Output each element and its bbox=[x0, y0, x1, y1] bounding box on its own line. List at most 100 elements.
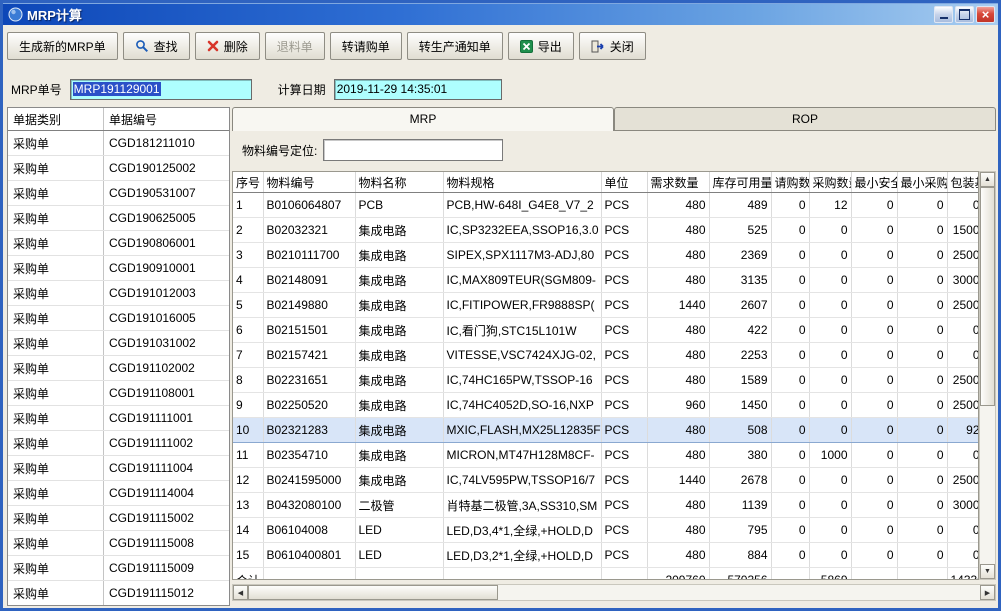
grid-row[interactable]: 5B02149880集成电路IC,FITIPOWER,FR9888SP(PCS1… bbox=[233, 293, 979, 318]
toolbar-button-to-purchase-request[interactable]: 转请购单 bbox=[330, 32, 402, 60]
total-qty-cell: 5869 bbox=[809, 568, 851, 581]
grid-header-cell[interactable]: 序号 bbox=[233, 172, 263, 193]
material-spec-cell: 肖特基二极管,3A,SS310,SM bbox=[443, 493, 601, 518]
scroll-right-icon[interactable]: ▶ bbox=[980, 585, 995, 600]
grid-row[interactable]: 14B06104008LEDLED,D3,4*1,全绿,+HOLD,DPCS48… bbox=[233, 518, 979, 543]
document-row[interactable]: 采购单CGD190125002 bbox=[8, 156, 229, 181]
qty-cell: 0 bbox=[809, 493, 851, 518]
calc-date-input[interactable]: 2019-11-29 14:35:01 bbox=[334, 79, 502, 100]
grid-header-cell[interactable]: 包装基数 bbox=[947, 172, 979, 193]
grid-header-cell[interactable]: 物料规格 bbox=[443, 172, 601, 193]
scroll-up-icon[interactable]: ▲ bbox=[980, 172, 995, 187]
toolbar-button-new-mrp[interactable]: 生成新的MRP单 bbox=[7, 32, 118, 60]
window-title: MRP计算 bbox=[27, 5, 934, 24]
grid-header-cell[interactable]: 采购数量 bbox=[809, 172, 851, 193]
grid-row[interactable]: 7B02157421集成电路VITESSE,VSC7424XJG-02,PCS4… bbox=[233, 343, 979, 368]
qty-cell: 480 bbox=[647, 193, 709, 218]
grid-header-cell[interactable]: 需求数量 bbox=[647, 172, 709, 193]
document-row[interactable]: 采购单CGD191115008 bbox=[8, 531, 229, 556]
document-row[interactable]: 采购单CGD190625005 bbox=[8, 206, 229, 231]
vertical-scroll-thumb[interactable] bbox=[980, 187, 995, 406]
document-row[interactable]: 采购单CGD190531007 bbox=[8, 181, 229, 206]
tab-mrp[interactable]: MRP bbox=[232, 107, 614, 131]
grid-row[interactable]: 11B02354710集成电路MICRON,MT47H128M8CF-PCS48… bbox=[233, 443, 979, 468]
document-row[interactable]: 采购单CGD181211010 bbox=[8, 131, 229, 156]
mrp-no-input[interactable]: MRP191129001 bbox=[70, 79, 252, 100]
material-code-cell: B0432080100 bbox=[263, 493, 355, 518]
close-icon: × bbox=[982, 8, 990, 21]
doc-type-cell: 采购单 bbox=[8, 531, 104, 555]
qty-cell: 0 bbox=[851, 443, 897, 468]
grid-row[interactable]: 4B02148091集成电路IC,MAX809TEUR(SGM809-PCS48… bbox=[233, 268, 979, 293]
vertical-scrollbar[interactable]: ▲ ▼ bbox=[979, 171, 996, 580]
doc-no-cell: CGD181211010 bbox=[104, 131, 229, 155]
material-name-cell: 集成电路 bbox=[355, 418, 443, 443]
grid-row[interactable]: 8B02231651集成电路IC,74HC165PW,TSSOP-16PCS48… bbox=[233, 368, 979, 393]
grid-row[interactable]: 10B02321283集成电路MXIC,FLASH,MX25L12835FPCS… bbox=[233, 418, 979, 443]
document-row[interactable]: 采购单CGD191102002 bbox=[8, 356, 229, 381]
grid-row[interactable]: 15B0610400801LEDLED,D3,2*1,全绿,+HOLD,DPCS… bbox=[233, 543, 979, 568]
qty-cell: 0 bbox=[897, 543, 947, 568]
grid-header-cell[interactable]: 最小采购量 bbox=[897, 172, 947, 193]
grid-header-cell[interactable]: 库存可用量 bbox=[709, 172, 771, 193]
material-code-cell: B0610400801 bbox=[263, 543, 355, 568]
material-name-cell: LED bbox=[355, 543, 443, 568]
grid-row[interactable]: 13B0432080100二极管肖特基二极管,3A,SS310,SMPCS480… bbox=[233, 493, 979, 518]
toolbar-button-find[interactable]: 查找 bbox=[123, 32, 190, 60]
document-row[interactable]: 采购单CGD191108001 bbox=[8, 381, 229, 406]
grid-header-cell[interactable]: 请购数量 bbox=[771, 172, 809, 193]
horizontal-scroll-track[interactable] bbox=[248, 585, 980, 600]
grid-header-cell[interactable]: 物料编号 bbox=[263, 172, 355, 193]
horizontal-scrollbar[interactable]: ◀ ▶ bbox=[232, 584, 996, 601]
document-row[interactable]: 采购单CGD191016005 bbox=[8, 306, 229, 331]
grid-row[interactable]: 1B0106064807PCBPCB,HW-648I_G4E8_V7_2PCS4… bbox=[233, 193, 979, 218]
maximize-button[interactable] bbox=[955, 6, 974, 23]
grid-row[interactable]: 2B02032321集成电路IC,SP3232EEA,SSOP16,3.0PCS… bbox=[233, 218, 979, 243]
qty-cell: 0 bbox=[771, 393, 809, 418]
document-row[interactable]: 采购单CGD190910001 bbox=[8, 256, 229, 281]
document-row[interactable]: 采购单CGD190806001 bbox=[8, 231, 229, 256]
document-row[interactable]: 采购单CGD191111004 bbox=[8, 456, 229, 481]
document-row[interactable]: 采购单CGD191111002 bbox=[8, 431, 229, 456]
material-locate-input[interactable] bbox=[323, 139, 503, 161]
toolbar-button-label: 转请购单 bbox=[342, 38, 390, 55]
toolbar-button-export[interactable]: 导出 bbox=[508, 32, 574, 60]
grid-header-cell[interactable]: 最小安全量 bbox=[851, 172, 897, 193]
document-row[interactable]: 采购单CGD191115002 bbox=[8, 506, 229, 531]
document-row[interactable]: 采购单CGD191115012 bbox=[8, 581, 229, 606]
grid-row[interactable]: 9B02250520集成电路IC,74HC4052D,SO-16,NXPPCS9… bbox=[233, 393, 979, 418]
grid-header-cell[interactable]: 物料名称 bbox=[355, 172, 443, 193]
document-row[interactable]: 采购单CGD191115009 bbox=[8, 556, 229, 581]
close-button[interactable]: × bbox=[976, 6, 995, 23]
minimize-button[interactable] bbox=[934, 6, 953, 23]
seq-cell: 7 bbox=[233, 343, 263, 368]
grid-row[interactable]: 6B02151501集成电路IC,看门狗,STC15L101WPCS480422… bbox=[233, 318, 979, 343]
toolbar-button-to-production-notice[interactable]: 转生产通知单 bbox=[407, 32, 503, 60]
qty-cell: 0 bbox=[809, 293, 851, 318]
grid-row[interactable]: 3B0210111700集成电路SIPEX,SPX1117M3-ADJ,80PC… bbox=[233, 243, 979, 268]
seq-cell: 6 bbox=[233, 318, 263, 343]
material-code-cell: B02149880 bbox=[263, 293, 355, 318]
scroll-left-icon[interactable]: ◀ bbox=[233, 585, 248, 600]
toolbar-button-close[interactable]: 关闭 bbox=[579, 32, 646, 60]
doc-type-header[interactable]: 单据类别 bbox=[8, 108, 104, 130]
document-row[interactable]: 采购单CGD191111001 bbox=[8, 406, 229, 431]
toolbar-button-delete[interactable]: 删除 bbox=[195, 32, 260, 60]
doc-no-cell: CGD191115008 bbox=[104, 531, 229, 555]
document-row[interactable]: 采购单CGD191031002 bbox=[8, 331, 229, 356]
tab-rop[interactable]: ROP bbox=[614, 107, 996, 131]
document-row[interactable]: 采购单CGD191012003 bbox=[8, 281, 229, 306]
search-icon bbox=[135, 39, 149, 53]
qty-cell: 0 bbox=[897, 268, 947, 293]
grid-header-cell[interactable]: 单位 bbox=[601, 172, 647, 193]
document-row[interactable]: 采购单CGD191114004 bbox=[8, 481, 229, 506]
qty-cell: 2500 bbox=[947, 468, 979, 493]
doc-no-header[interactable]: 单据编号 bbox=[104, 108, 229, 130]
material-code-cell: B02321283 bbox=[263, 418, 355, 443]
grid-row[interactable]: 12B0241595000集成电路IC,74LV595PW,TSSOP16/7P… bbox=[233, 468, 979, 493]
doc-type-cell: 采购单 bbox=[8, 181, 104, 205]
scroll-down-icon[interactable]: ▼ bbox=[980, 564, 995, 579]
vertical-scroll-track[interactable] bbox=[980, 187, 995, 564]
horizontal-scroll-thumb[interactable] bbox=[248, 585, 498, 600]
unit-cell: PCS bbox=[601, 218, 647, 243]
